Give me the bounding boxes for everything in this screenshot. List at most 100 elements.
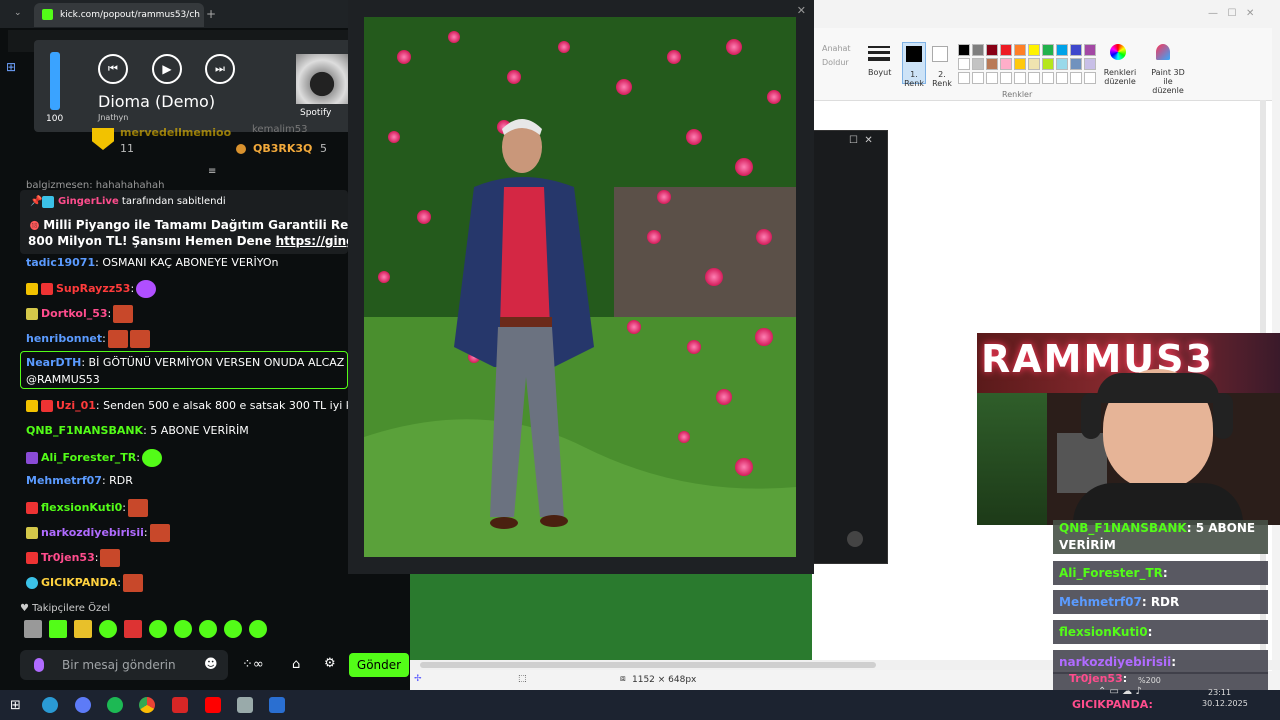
track-title: Dioma (Demo) bbox=[98, 92, 216, 111]
paint3d-icon[interactable] bbox=[1156, 44, 1170, 60]
chat-username[interactable]: Ali_Forester_TR bbox=[41, 451, 136, 464]
play-icon[interactable]: ▶ bbox=[152, 54, 182, 84]
streamer-shirt bbox=[1073, 483, 1243, 525]
taskbar: ⊞ GICIKPANDA: ⌃ ▭ ☁ ♪ 23:11 30.12.2025 bbox=[0, 686, 1280, 720]
collapse-icon[interactable]: ≡ bbox=[208, 166, 216, 177]
chrome-icon[interactable] bbox=[139, 697, 155, 713]
emote bbox=[141, 449, 162, 467]
leader-left-user[interactable]: mervedellmemioo bbox=[120, 126, 231, 139]
fire-badge-icon bbox=[26, 502, 38, 514]
previous-icon[interactable]: ⏮ bbox=[98, 54, 128, 84]
emote bbox=[127, 499, 148, 517]
chat-message: SupRayzz53: bbox=[26, 280, 157, 298]
spotify-label: Spotify bbox=[300, 108, 332, 118]
tab-list-icon[interactable]: ⌄ bbox=[14, 8, 22, 18]
overlay-chat-message: Ali_Forester_TR: bbox=[1053, 561, 1268, 585]
emoji-icon[interactable]: ☻ bbox=[204, 650, 218, 680]
chat-message: Uzi_01: Senden 500 e alsak 800 e satsak … bbox=[26, 399, 363, 412]
pinned-by-user[interactable]: GingerLive bbox=[58, 196, 119, 207]
emote-option[interactable] bbox=[249, 620, 267, 638]
leader-right-user[interactable]: QB3RK3Q bbox=[253, 142, 312, 155]
color2-swatch[interactable] bbox=[932, 46, 948, 62]
chat-username[interactable]: flexsionKuti0 bbox=[41, 501, 122, 514]
photo-image bbox=[364, 17, 796, 557]
infinity-icon[interactable]: ⁘∞ bbox=[242, 657, 264, 672]
media-widget: 100 ⏮ ▶ ⏭ Dioma (Demo) Jnathyn Spotify › bbox=[34, 40, 400, 132]
outline-label[interactable]: Anahat bbox=[822, 44, 851, 53]
chat-username[interactable]: tadic19071 bbox=[26, 256, 95, 269]
chair bbox=[1057, 433, 1107, 493]
tray-icons[interactable]: ⌃ ▭ ☁ ♪ bbox=[1098, 686, 1142, 697]
truncated-chat-line: balgizmesen: hahahahahah bbox=[26, 180, 165, 190]
microphone-icon[interactable] bbox=[34, 658, 44, 672]
chat-username[interactable]: Mehmetrf07 bbox=[26, 474, 102, 487]
chat-username[interactable]: Uzi_01 bbox=[56, 399, 96, 412]
emote-option[interactable] bbox=[224, 620, 242, 638]
pin-icon: 📌 bbox=[30, 196, 43, 207]
chat-message: tadic19071: OSMANI KAÇ ABONEYE VERİYOn bbox=[26, 256, 279, 269]
paint3d-label[interactable]: Paint 3D ile düzenle bbox=[1148, 68, 1188, 95]
emote-option[interactable] bbox=[124, 620, 142, 638]
chat-username[interactable]: Dortkol_53 bbox=[41, 307, 108, 320]
windows-start-icon[interactable]: ⊞ bbox=[10, 698, 21, 713]
chat-message: Dortkol_53: bbox=[26, 305, 134, 323]
app-icon-red[interactable] bbox=[172, 697, 188, 713]
emote-option[interactable] bbox=[49, 620, 67, 638]
store-icon[interactable]: ⌂ bbox=[292, 657, 300, 672]
tab-bar: ⌄ kick.com/popout/rammus53/ch + bbox=[0, 0, 348, 28]
discord-icon[interactable] bbox=[75, 697, 91, 713]
subscriber-badge-icon bbox=[26, 283, 38, 295]
chat-username[interactable]: henribonnet bbox=[26, 332, 102, 345]
next-icon[interactable]: ⏭ bbox=[205, 54, 235, 84]
chat-input[interactable]: Bir mesaj gönderin ☻ bbox=[20, 650, 228, 680]
emote-option[interactable] bbox=[174, 620, 192, 638]
size-icon[interactable] bbox=[868, 44, 890, 64]
edit-colors-icon[interactable] bbox=[1110, 44, 1126, 60]
browser-app-icon[interactable] bbox=[42, 697, 58, 713]
volume-slider[interactable] bbox=[50, 52, 60, 110]
paint-app-icon[interactable] bbox=[237, 697, 253, 713]
followers-only-notice: ♥ Takipçilere Özel bbox=[20, 603, 111, 614]
emote-option[interactable] bbox=[24, 620, 42, 638]
paint-h-scrollbar[interactable] bbox=[420, 662, 876, 668]
youtube-icon[interactable] bbox=[205, 697, 221, 713]
chat-username[interactable]: NearDTH bbox=[26, 356, 81, 369]
gift-badge-icon bbox=[26, 577, 38, 589]
apps-icon[interactable]: ⊞ bbox=[6, 60, 16, 74]
photos-app-icon[interactable] bbox=[269, 697, 285, 713]
emote-option[interactable] bbox=[74, 620, 92, 638]
emote-option[interactable] bbox=[99, 620, 117, 638]
send-button[interactable]: Gönder bbox=[349, 653, 409, 677]
overlay-last-user: GICIKPANDA: bbox=[1072, 698, 1153, 711]
pinned-by-suffix: tarafından sabitlendi bbox=[121, 196, 226, 207]
chat-message: Mehmetrf07: RDR bbox=[26, 474, 133, 487]
edit-colors-label[interactable]: Renkleri düzenle bbox=[1102, 68, 1138, 86]
window-controls[interactable]: — ☐ ✕ bbox=[1208, 8, 1268, 20]
gear-icon[interactable]: ⚙ bbox=[324, 656, 336, 671]
kick-favicon-icon bbox=[42, 9, 53, 20]
new-tab-icon[interactable]: + bbox=[206, 7, 216, 21]
heart-icon: ♥ bbox=[20, 603, 29, 614]
location-icon[interactable] bbox=[847, 531, 863, 547]
emote-option[interactable] bbox=[149, 620, 167, 638]
emote-option[interactable] bbox=[199, 620, 217, 638]
color-palette[interactable] bbox=[958, 44, 1096, 84]
close-icon[interactable]: ✕ bbox=[797, 4, 806, 17]
dark-child-window: ☐ ✕ bbox=[812, 130, 888, 564]
spotify-icon[interactable] bbox=[107, 697, 123, 713]
fill-label[interactable]: Doldur bbox=[822, 58, 849, 67]
chat-username[interactable]: GICIKPANDA bbox=[41, 576, 117, 589]
tab-title: kick.com/popout/rammus53/ch bbox=[60, 10, 200, 20]
emote-bar bbox=[22, 620, 267, 638]
moderator-badge-icon bbox=[26, 308, 38, 320]
chat-username[interactable]: QNB_F1NANSBANK bbox=[26, 424, 143, 437]
browser-tab[interactable]: kick.com/popout/rammus53/ch bbox=[34, 3, 204, 27]
chat-username[interactable]: Tr0jen53 bbox=[41, 551, 95, 564]
ginger-avatar bbox=[42, 196, 54, 208]
chat-username[interactable]: narkozdiyebirisii bbox=[41, 526, 144, 539]
window-controls-dark[interactable]: ☐ ✕ bbox=[849, 135, 873, 146]
overlay-chat-message: Mehmetrf07: RDR bbox=[1053, 590, 1268, 614]
chat-username[interactable]: SupRayzz53 bbox=[56, 282, 130, 295]
webcam-overlay: RAMMUS3 bbox=[977, 333, 1280, 525]
overlay-username: QNB_F1NANSBANK bbox=[1059, 521, 1187, 535]
